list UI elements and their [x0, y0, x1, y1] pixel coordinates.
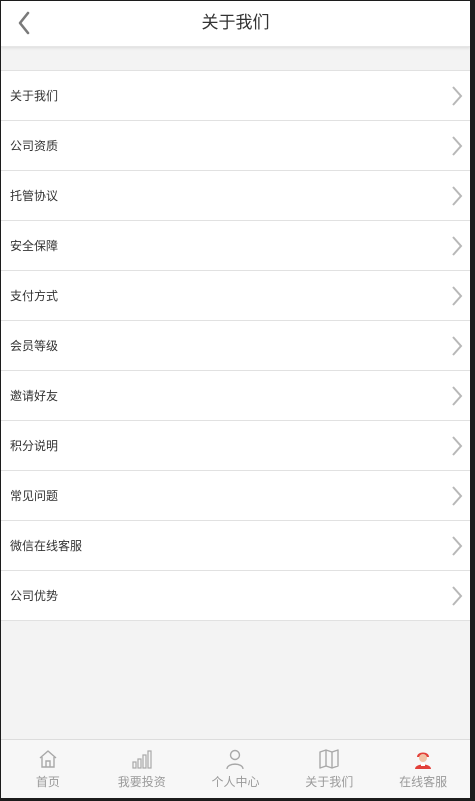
tab-label: 首页	[35, 775, 60, 789]
chevron-right-icon	[452, 386, 463, 406]
tab-online-service[interactable]: 在线客服	[376, 740, 470, 798]
menu-item-label: 公司资质	[10, 139, 59, 153]
menu-item-label: 会员等级	[10, 339, 59, 353]
user-icon	[226, 749, 245, 770]
menu-item-points-info[interactable]: 积分说明	[1, 421, 470, 471]
tab-invest[interactable]: 我要投资	[95, 740, 189, 798]
chevron-right-icon	[452, 186, 463, 206]
chevron-right-icon	[452, 336, 463, 356]
menu-item-label: 邀请好友	[10, 389, 59, 403]
tab-label: 关于我们	[305, 775, 354, 789]
menu-list: 关于我们 公司资质 托管协议 安全保障 支付方式 会员等级 邀请好友 积分说明	[1, 70, 470, 621]
tab-label: 我要投资	[117, 775, 166, 789]
tab-label: 在线客服	[399, 775, 448, 789]
home-icon	[39, 750, 57, 768]
customer-service-icon	[415, 752, 432, 769]
menu-item-label: 托管协议	[10, 189, 59, 203]
tab-personal-center[interactable]: 个人中心	[189, 740, 283, 798]
menu-item-about-us[interactable]: 关于我们	[1, 71, 470, 121]
chevron-right-icon	[452, 136, 463, 156]
menu-item-invite-friends[interactable]: 邀请好友	[1, 371, 470, 421]
menu-item-member-levels[interactable]: 会员等级	[1, 321, 470, 371]
tab-label: 个人中心	[211, 775, 260, 789]
menu-item-label: 常见问题	[10, 489, 59, 503]
menu-item-label: 支付方式	[10, 289, 59, 303]
menu-item-custody-agreement[interactable]: 托管协议	[1, 171, 470, 221]
bar-chart-icon	[132, 750, 152, 769]
chevron-right-icon	[452, 586, 463, 606]
menu-item-wechat-support[interactable]: 微信在线客服	[1, 521, 470, 571]
chevron-right-icon	[452, 536, 463, 556]
menu-item-company-qualification[interactable]: 公司资质	[1, 121, 470, 171]
bottom-tab-bar: 首页 我要投资 个人中心 关于我们 在线客服	[1, 739, 470, 798]
menu-item-label: 关于我们	[10, 89, 59, 103]
app-screen: 关于我们 关于我们 公司资质 托管协议 安全保障 支付方式 会员等级 邀请好友	[1, 1, 470, 798]
chevron-right-icon	[452, 86, 463, 106]
chevron-right-icon	[452, 486, 463, 506]
menu-item-payment-methods[interactable]: 支付方式	[1, 271, 470, 321]
chevron-right-icon	[452, 436, 463, 456]
menu-item-company-advantages[interactable]: 公司优势	[1, 571, 470, 621]
map-icon	[319, 749, 339, 769]
tab-home[interactable]: 首页	[1, 740, 95, 798]
menu-item-faq[interactable]: 常见问题	[1, 471, 470, 521]
menu-item-label: 安全保障	[10, 239, 59, 253]
page-title: 关于我们	[201, 13, 270, 33]
chevron-right-icon	[452, 236, 463, 256]
tab-about-us[interactable]: 关于我们	[282, 740, 376, 798]
menu-item-label: 积分说明	[10, 439, 59, 453]
menu-item-security[interactable]: 安全保障	[1, 221, 470, 271]
menu-item-label: 公司优势	[10, 589, 59, 603]
chevron-right-icon	[452, 286, 463, 306]
menu-item-label: 微信在线客服	[10, 539, 83, 553]
header-bar: 关于我们	[1, 1, 470, 47]
